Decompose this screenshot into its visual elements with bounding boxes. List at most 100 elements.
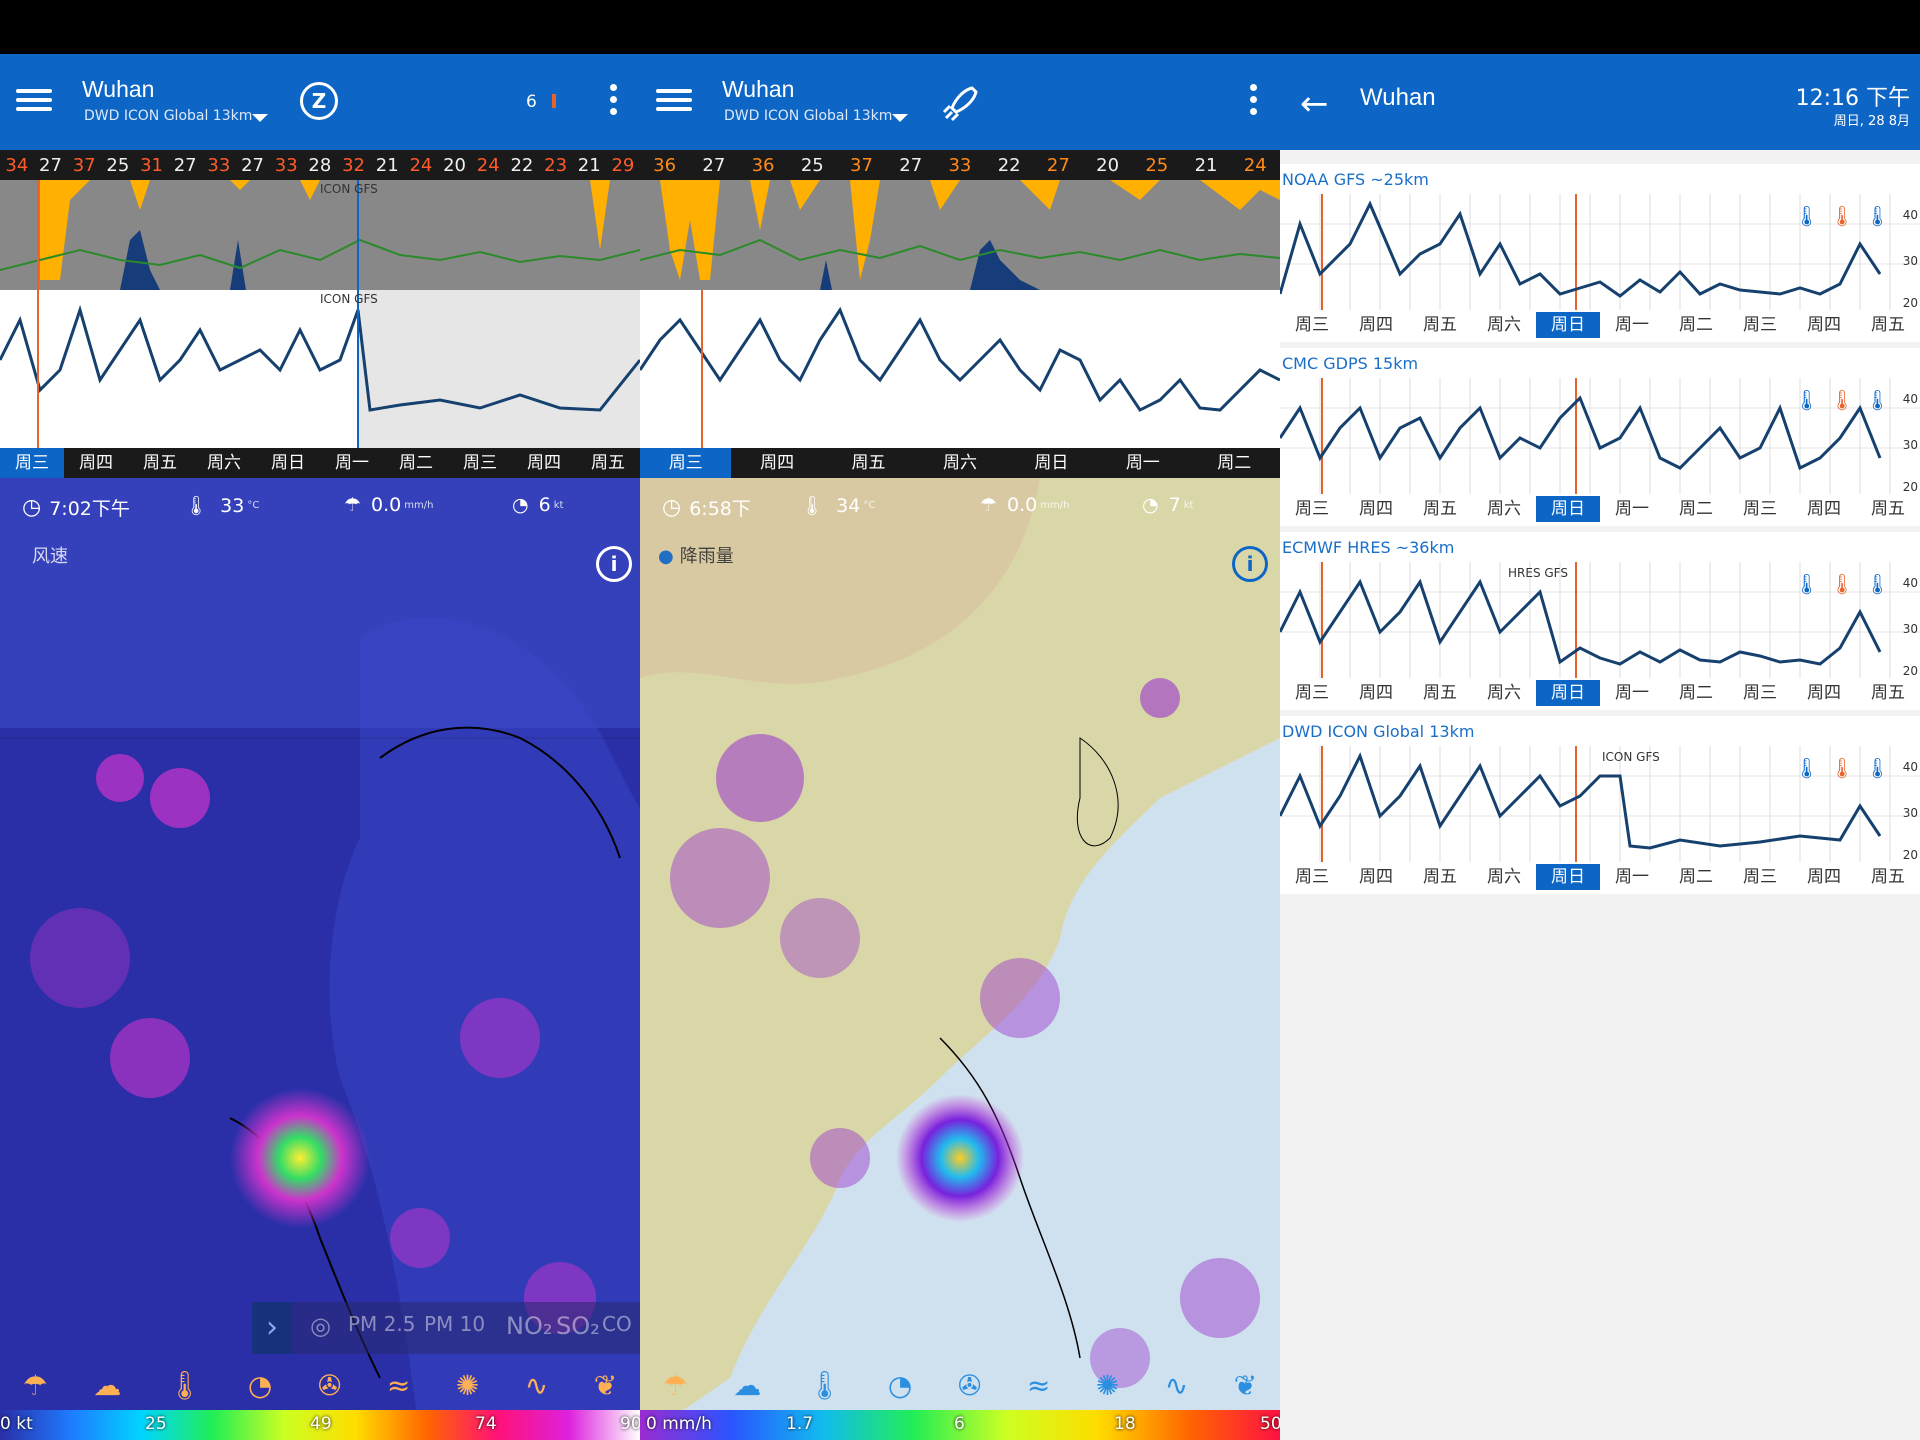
model-card[interactable]: NOAA GFS ~25km 🌡 🌡 🌡 40 30 20 周三 周四 周五 周六 周日 周一 周二 周三周… [1280, 164, 1920, 342]
day-tab[interactable]: 周四 [1792, 496, 1856, 522]
chevron-down-icon[interactable] [252, 114, 268, 122]
day-tab[interactable]: 周四 [1344, 680, 1408, 706]
swim-layer-icon[interactable]: ∿ [1165, 1369, 1188, 1402]
thermometer-high-icon[interactable]: 🌡 [1829, 572, 1854, 596]
day-tab[interactable]: 周五 [1408, 864, 1472, 890]
wave-layer-icon[interactable]: ≈ [387, 1369, 410, 1402]
temp-layer-icon[interactable]: 🌡 [167, 1369, 203, 1402]
model-label[interactable]: DWD ICON Global 13km [724, 108, 892, 124]
temp-chart[interactable] [640, 290, 1280, 448]
day-tab[interactable]: 周四 [731, 448, 822, 478]
day-tab[interactable]: 周三 [1280, 312, 1344, 338]
day-tab[interactable]: 周一 [1600, 864, 1664, 890]
day-tab[interactable]: 周二 [1664, 496, 1728, 522]
temp-layer-icon[interactable]: 🌡 [807, 1369, 843, 1402]
day-tab[interactable]: 周日 [1536, 312, 1600, 338]
cloud-layer-icon[interactable]: ☁ [93, 1369, 121, 1402]
aq-label-pm10[interactable]: PM 10 [424, 1312, 485, 1336]
day-tab[interactable]: 周五 [1856, 680, 1920, 706]
chevron-down-icon[interactable] [892, 114, 908, 122]
day-tab[interactable]: 周四 [1792, 864, 1856, 890]
cloud-layer-icon[interactable]: ☁ [733, 1369, 761, 1402]
zoom-icon[interactable]: Z [300, 82, 338, 120]
day-tab[interactable]: 周三 [640, 448, 732, 478]
day-tab[interactable]: 周六 [914, 448, 1005, 478]
thermometer-icon[interactable]: 🌡 [1865, 572, 1890, 596]
wind-map[interactable] [0, 478, 640, 1440]
day-tab[interactable]: 周日 [1536, 680, 1600, 706]
day-tab[interactable]: 周二 [1189, 448, 1280, 478]
thermometer-high-icon[interactable]: 🌡 [1829, 204, 1854, 228]
air-quality-bar[interactable]: › ◎ PM 2.5 PM 10 NO₂ SO₂ CO [252, 1302, 640, 1354]
pollen-layer-icon[interactable]: ❦ [594, 1369, 617, 1402]
day-tab[interactable]: 周五 [576, 448, 640, 478]
day-tab[interactable]: 周三 [448, 448, 512, 478]
day-tab[interactable]: 周五 [1856, 496, 1920, 522]
day-tab[interactable]: 周六 [192, 448, 256, 478]
day-tab[interactable]: 周五 [1408, 312, 1472, 338]
thermometer-low-icon[interactable]: 🌡 [1794, 572, 1819, 596]
pressure-layer-icon[interactable]: ◔ [888, 1369, 912, 1402]
day-tab[interactable]: 周四 [1792, 312, 1856, 338]
day-tab[interactable]: 周六 [1472, 496, 1536, 522]
pressure-layer-icon[interactable]: ◔ [248, 1369, 272, 1402]
thermometer-icon[interactable]: 🌡 [1865, 204, 1890, 228]
model-card[interactable]: DWD ICON Global 13km ICON GFS 🌡 🌡 🌡 40 30 20 周三周… [1280, 716, 1920, 894]
day-tab[interactable]: 周一 [1600, 496, 1664, 522]
day-tab[interactable]: 周五 [128, 448, 192, 478]
day-tab[interactable]: 周四 [1792, 680, 1856, 706]
day-tab[interactable]: 周三 [1728, 312, 1792, 338]
day-tab[interactable]: 周六 [1472, 680, 1536, 706]
storm-layer-icon[interactable]: ✺ [456, 1369, 479, 1402]
precip-chart[interactable]: ICON GFS [0, 180, 640, 290]
day-tab[interactable]: 周三 [1280, 680, 1344, 706]
rain-layer-icon[interactable]: ☂ [23, 1369, 48, 1402]
storm-layer-icon[interactable]: ✺ [1096, 1369, 1119, 1402]
thermometer-low-icon[interactable]: 🌡 [1794, 388, 1819, 412]
info-icon[interactable]: i [1232, 546, 1268, 582]
day-tab[interactable]: 周六 [1472, 864, 1536, 890]
pollen-layer-icon[interactable]: ❦ [1234, 1369, 1257, 1402]
city-title[interactable]: Wuhan [82, 76, 154, 103]
day-tab[interactable]: 周五 [1408, 496, 1472, 522]
aq-label-co[interactable]: CO [602, 1312, 632, 1336]
day-tab[interactable]: 周四 [1344, 312, 1408, 338]
day-tab[interactable]: 周三 [1728, 680, 1792, 706]
day-tab[interactable]: 周一 [1097, 448, 1188, 478]
wind-layer-icon[interactable]: ✇ [958, 1369, 981, 1402]
day-tab[interactable]: 周四 [512, 448, 576, 478]
precip-chart[interactable] [640, 180, 1280, 290]
model-label[interactable]: DWD ICON Global 13km [84, 108, 252, 124]
thermometer-low-icon[interactable]: 🌡 [1794, 756, 1819, 780]
day-tab[interactable]: 周三 [0, 448, 64, 478]
thermometer-icon[interactable]: 🌡 [1865, 388, 1890, 412]
rocket-icon[interactable] [936, 80, 984, 128]
day-tab[interactable]: 周二 [1664, 680, 1728, 706]
rain-map[interactable] [640, 478, 1280, 1440]
thermometer-high-icon[interactable]: 🌡 [1829, 756, 1854, 780]
aq-label-no2[interactable]: NO₂ [506, 1312, 552, 1340]
day-tab[interactable]: 周四 [1344, 496, 1408, 522]
model-card[interactable]: ECMWF HRES ~36km HRES GFS 🌡 🌡 🌡 40 30 20 周三 周四 周五周… [1280, 532, 1920, 710]
day-tab[interactable]: 周三 [1728, 496, 1792, 522]
wave-layer-icon[interactable]: ≈ [1027, 1369, 1050, 1402]
day-tab[interactable]: 周二 [1664, 864, 1728, 890]
day-tab[interactable]: 周五 [1856, 312, 1920, 338]
day-tab[interactable]: 周日 [1006, 448, 1097, 478]
wind-layer-icon[interactable]: ✇ [318, 1369, 341, 1402]
aq-label-pm25[interactable]: PM 2.5 [348, 1312, 415, 1336]
more-icon[interactable] [1250, 84, 1258, 120]
day-tab[interactable]: 周日 [256, 448, 320, 478]
day-tab[interactable]: 周二 [1664, 312, 1728, 338]
day-tab[interactable]: 周三 [1280, 864, 1344, 890]
info-icon[interactable]: i [596, 546, 632, 582]
rain-layer-icon[interactable]: ☂ [663, 1369, 688, 1402]
thermometer-low-icon[interactable]: 🌡 [1794, 204, 1819, 228]
aq-label-so2[interactable]: SO₂ [556, 1312, 600, 1340]
day-tab[interactable]: 周日 [1536, 864, 1600, 890]
day-tab[interactable]: 周三 [1280, 496, 1344, 522]
day-tab[interactable]: 周一 [1600, 680, 1664, 706]
day-tab[interactable]: 周六 [1472, 312, 1536, 338]
thermometer-high-icon[interactable]: 🌡 [1829, 388, 1854, 412]
back-arrow-icon[interactable]: ← [1300, 84, 1329, 124]
